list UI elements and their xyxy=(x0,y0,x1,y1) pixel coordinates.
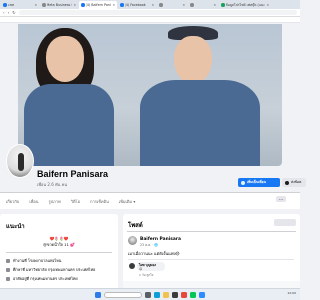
intro-bio: ❤️🌷🌷❤️ @ขวดน้ำใจ 11 💕 xyxy=(43,236,75,247)
page-icon xyxy=(190,3,194,7)
facebook-icon xyxy=(81,3,85,7)
post-text: เมาเมื่อวานนะ แต่ยังงั้นแฟง😄 xyxy=(128,251,180,256)
files-icon[interactable] xyxy=(163,291,169,298)
zoom-icon[interactable] xyxy=(199,291,205,298)
browser-tab[interactable]: (4) Facebook ✕ xyxy=(118,1,156,9)
comment-text: 😊 xyxy=(139,267,143,271)
tab-videos[interactable]: วิดีโอ xyxy=(71,198,80,205)
close-tab-icon[interactable]: ✕ xyxy=(112,3,115,7)
cover-figure-shirt xyxy=(24,84,114,166)
intro-work: ทำงานที่ โรงพยาบาลแห่งไหน xyxy=(6,258,116,264)
profile-name: Baifern Panisara xyxy=(37,169,109,179)
add-friend-button[interactable]: เพิ่มเป็นเพื่อน xyxy=(238,178,280,187)
reload-icon[interactable]: ↻ xyxy=(12,10,15,15)
tab-checkins[interactable]: การเช็คอิน xyxy=(90,198,109,205)
intro-education: ศึกษาที่ มหาวิทยาลัย กรุงเทพมหานคร ประเท… xyxy=(6,267,116,273)
tab-photos[interactable]: รูปภาพ xyxy=(48,198,60,205)
profile-avatar[interactable] xyxy=(6,144,34,178)
tab-friends[interactable]: เพื่อน xyxy=(29,198,38,205)
filter-button[interactable] xyxy=(274,219,296,226)
close-tab-icon[interactable]: ✕ xyxy=(213,3,216,7)
address-bar: ‹ › ↻ xyxy=(0,9,300,17)
clock[interactable]: 12:00 xyxy=(287,291,296,295)
facebook-header xyxy=(0,17,300,23)
intro-title: แนะนำ xyxy=(6,223,25,230)
meta-icon xyxy=(42,3,46,7)
chrome-icon[interactable] xyxy=(181,291,187,298)
cover-figure-shirt xyxy=(140,80,260,166)
home-icon xyxy=(6,277,10,281)
taskbar: 12:00 xyxy=(0,288,300,300)
windows-icon[interactable] xyxy=(95,291,101,298)
avatar[interactable] xyxy=(128,236,137,245)
more-options-button[interactable]: ··· xyxy=(276,196,286,202)
posts-title: โพสต์ xyxy=(128,222,143,229)
graduation-cap-icon xyxy=(6,268,10,272)
avatar[interactable] xyxy=(129,263,135,269)
forward-icon[interactable]: › xyxy=(8,10,10,15)
add-friend-icon xyxy=(241,180,245,185)
close-tab-icon[interactable]: ✕ xyxy=(151,3,154,7)
page-icon xyxy=(221,3,225,7)
close-tab-icon[interactable]: ✕ xyxy=(182,3,185,7)
message-button[interactable]: ส่งข้อค xyxy=(282,178,306,187)
browser-tab[interactable]: แชท ✕ xyxy=(1,1,39,9)
avatar-figure xyxy=(18,153,24,171)
search-icon[interactable] xyxy=(104,291,142,298)
profile-tabs: เกี่ยวกับ เพื่อน รูปภาพ วิดีโอ การเช็คอิ… xyxy=(0,192,300,209)
intro-location: อาศัยอยู่ที่ กรุงเทพมหานคร ประเทศไทย xyxy=(6,276,116,282)
tab-about[interactable]: เกี่ยวกับ xyxy=(6,198,19,205)
browser-tab[interactable]: ✕ xyxy=(188,1,218,9)
facebook-icon xyxy=(120,3,124,7)
close-tab-icon[interactable]: ✕ xyxy=(34,3,37,7)
url-input[interactable] xyxy=(18,9,297,16)
comment-meta: 1 วัน ถูกใจ xyxy=(139,273,154,277)
post-timestamp[interactable]: 23 ต.ค. · 🌐 xyxy=(140,243,158,248)
briefcase-icon xyxy=(6,259,10,263)
divider xyxy=(127,231,296,232)
cover-figure-face xyxy=(174,36,212,84)
line-icon[interactable] xyxy=(190,291,196,298)
browser-tab[interactable]: Meta Business Suite✕ xyxy=(40,1,78,9)
store-icon[interactable] xyxy=(172,291,178,298)
cover-figure-face xyxy=(46,36,84,82)
messenger-icon xyxy=(285,180,289,185)
friend-count[interactable]: เพื่อน 2.6 พัน คน xyxy=(37,181,67,188)
browser-tab-strip: แชท✕ Meta Business Suite✕ (4) Baifern Pa… xyxy=(0,0,300,9)
browser-tab[interactable]: ข้อมูลโปรไฟล์ เฟสบุ๊ค (แนะนำ)✕ xyxy=(219,1,271,9)
browser-tab-active[interactable]: (4) Baifern Panisara | Facebook✕ xyxy=(79,1,117,9)
post-author[interactable]: Baifern Panisara xyxy=(140,237,181,242)
divider xyxy=(128,259,294,260)
close-tab-icon[interactable]: ✕ xyxy=(266,3,269,7)
back-icon[interactable]: ‹ xyxy=(3,10,5,15)
edge-icon[interactable] xyxy=(154,291,160,298)
facebook-icon xyxy=(3,3,7,7)
task-view-icon[interactable] xyxy=(145,291,151,298)
tab-more[interactable]: เพิ่มเติม ▾ xyxy=(119,198,136,205)
close-tab-icon[interactable]: ✕ xyxy=(73,3,76,7)
browser-tab[interactable]: ✕ xyxy=(157,1,187,9)
divider xyxy=(6,252,112,253)
page-icon xyxy=(159,3,163,7)
cover-photo[interactable] xyxy=(18,24,282,166)
